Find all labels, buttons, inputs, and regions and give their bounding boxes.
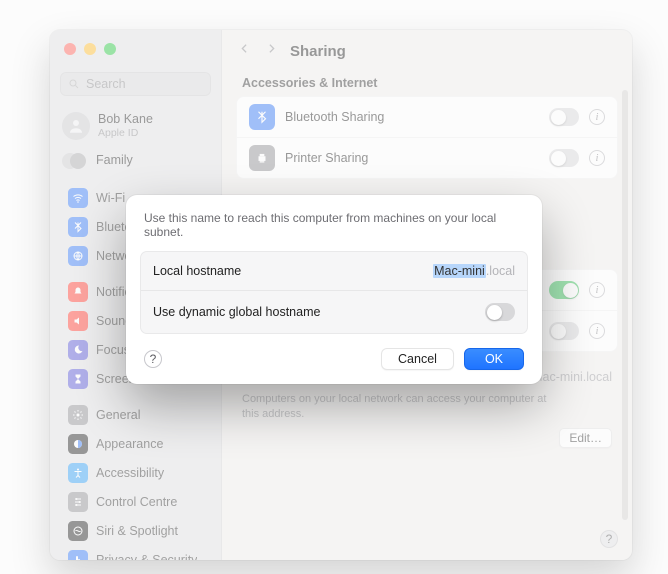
- cancel-button[interactable]: Cancel: [381, 348, 454, 370]
- ok-button[interactable]: OK: [464, 348, 524, 370]
- dialog-hostname-row: Local hostname Mac-mini.local: [141, 252, 527, 291]
- dynamic-hostname-toggle[interactable]: [485, 303, 515, 321]
- dialog-dynamic-row: Use dynamic global hostname: [141, 291, 527, 333]
- dynamic-hostname-label: Use dynamic global hostname: [153, 305, 320, 319]
- hostname-editable-text[interactable]: Mac-mini: [433, 264, 486, 278]
- hostname-field[interactable]: Mac-mini.local: [433, 264, 515, 278]
- dialog-hostname-label: Local hostname: [153, 264, 241, 278]
- local-hostname-dialog: Use this name to reach this computer fro…: [126, 195, 542, 384]
- dialog-message: Use this name to reach this computer fro…: [140, 209, 528, 251]
- hostname-suffix: .local: [486, 264, 515, 278]
- dialog-help-button[interactable]: ?: [144, 350, 162, 368]
